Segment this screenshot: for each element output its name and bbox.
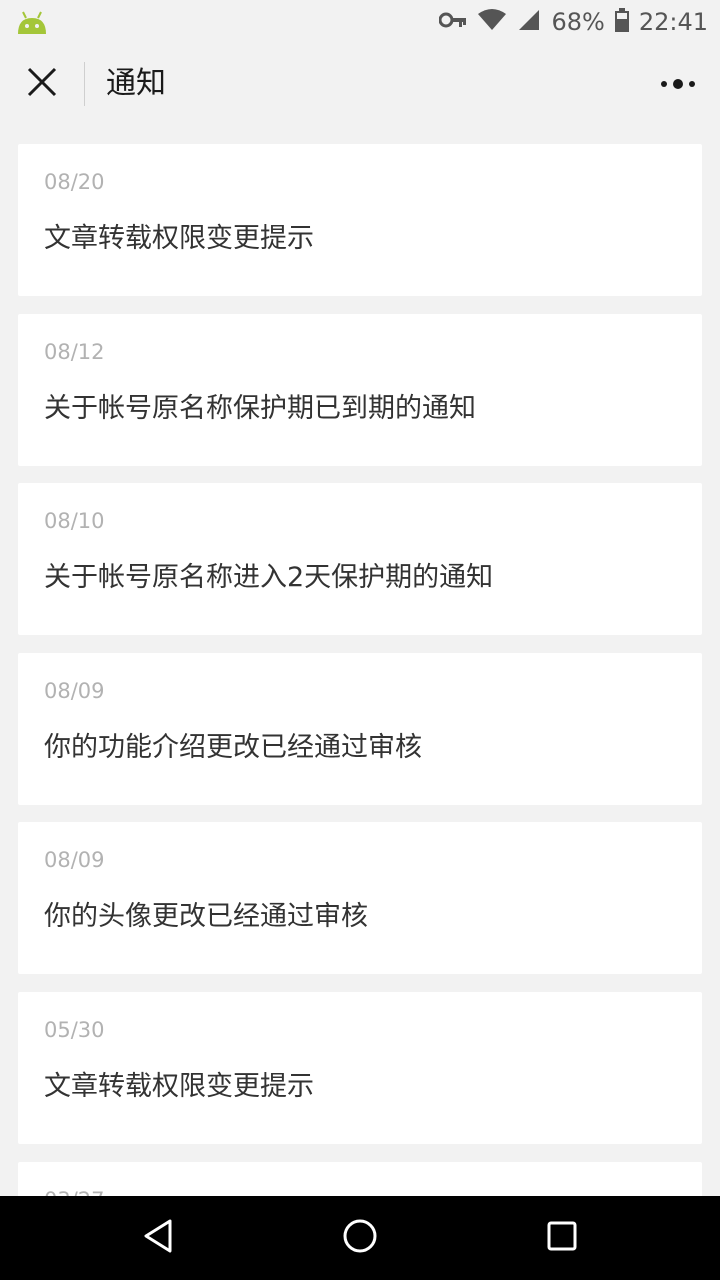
- notification-date: 05/30: [44, 1018, 105, 1042]
- close-icon: [27, 67, 57, 101]
- close-button[interactable]: [20, 62, 64, 106]
- home-circle-icon: [342, 1218, 378, 1258]
- battery-percent: 68%: [551, 8, 605, 36]
- wifi-icon: [477, 8, 507, 36]
- notification-list[interactable]: 08/20 文章转载权限变更提示 08/12 关于帐号原名称保护期已到期的通知 …: [0, 124, 720, 1196]
- clock: 22:41: [638, 8, 708, 36]
- more-button[interactable]: [656, 62, 700, 106]
- notification-title: 你的头像更改已经通过审核: [44, 901, 368, 932]
- notification-title: 你的功能介绍更改已经通过审核: [44, 732, 422, 763]
- notification-item[interactable]: 05/30 文章转载权限变更提示: [18, 992, 702, 1144]
- notification-title: 文章转载权限变更提示: [44, 1071, 314, 1102]
- battery-icon: [614, 8, 629, 36]
- back-triangle-icon: [142, 1218, 174, 1258]
- notification-title: 文章转载权限变更提示: [44, 223, 314, 254]
- vpn-key-icon: [438, 11, 467, 33]
- notification-date: 08/10: [44, 509, 105, 533]
- app-bar: 通知: [0, 44, 720, 124]
- notification-date: 08/09: [44, 679, 105, 703]
- notification-date: 03/27: [44, 1188, 105, 1196]
- notification-date: 08/12: [44, 340, 105, 364]
- notification-title: 关于帐号原名称进入2天保护期的通知: [44, 562, 494, 593]
- notification-item[interactable]: 03/27: [18, 1162, 702, 1196]
- android-icon: [16, 8, 48, 36]
- recents-square-icon: [546, 1220, 578, 1256]
- recents-button[interactable]: [522, 1208, 602, 1268]
- notification-item[interactable]: 08/10 关于帐号原名称进入2天保护期的通知: [18, 483, 702, 635]
- system-nav-bar: [0, 1196, 720, 1280]
- notification-item[interactable]: 08/20 文章转载权限变更提示: [18, 144, 702, 296]
- notification-date: 08/20: [44, 170, 105, 194]
- status-bar: 68% 22:41: [0, 0, 720, 44]
- notification-item[interactable]: 08/09 你的功能介绍更改已经通过审核: [18, 653, 702, 805]
- notification-item[interactable]: 08/12 关于帐号原名称保护期已到期的通知: [18, 314, 702, 466]
- header-divider: [84, 62, 85, 106]
- notification-date: 08/09: [44, 848, 105, 872]
- page-title: 通知: [106, 66, 166, 101]
- notification-item[interactable]: 08/09 你的头像更改已经通过审核: [18, 822, 702, 974]
- more-dots-icon: [660, 75, 696, 94]
- notification-title: 关于帐号原名称保护期已到期的通知: [44, 393, 476, 424]
- home-button[interactable]: [320, 1208, 400, 1268]
- cell-signal-icon: [517, 8, 541, 36]
- back-button[interactable]: [118, 1208, 198, 1268]
